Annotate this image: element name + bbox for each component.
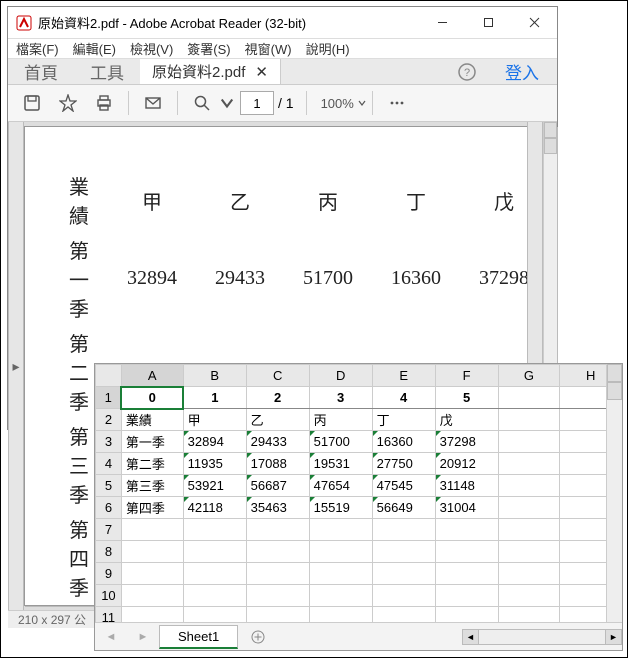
page-total: / 1 [278,95,294,111]
page-dimensions: 210 x 297 公 [18,611,86,628]
sheet-nav-next[interactable]: ► [127,631,159,643]
sheet-nav-prev[interactable]: ◄ [95,631,127,643]
zoom-level-label: 100% [321,96,354,111]
minimize-button[interactable] [419,7,465,39]
star-icon[interactable] [50,85,86,121]
menu-help[interactable]: 說明(H) [306,39,350,58]
page-number-input[interactable] [240,91,274,115]
email-icon[interactable] [135,85,171,121]
maximize-button[interactable] [465,7,511,39]
tab-close-icon[interactable]: ✕ [255,63,268,81]
tab-home[interactable]: 首頁 [8,59,74,84]
toolbar: / 1 100% [8,85,557,122]
help-button[interactable]: ? [447,59,487,84]
menu-sign[interactable]: 簽署(S) [187,39,230,58]
chevron-down-icon [358,99,366,107]
tab-document-label: 原始資料2.pdf [152,61,245,82]
save-icon[interactable] [14,85,50,121]
zoom-dropdown-icon[interactable] [220,85,234,121]
menu-window[interactable]: 視窗(W) [245,39,292,58]
excel-horizontal-scrollbar[interactable]: ◄► [272,629,622,645]
zoom-level[interactable]: 100% [321,96,366,111]
zoom-icon[interactable] [184,85,220,121]
menu-edit[interactable]: 編輯(E) [73,39,116,58]
sheet-add-button[interactable] [244,627,272,647]
page-nav: / 1 [240,91,294,115]
svg-text:?: ? [464,67,470,79]
tab-document[interactable]: 原始資料2.pdf ✕ [140,59,281,84]
tab-bar: 首頁 工具 原始資料2.pdf ✕ ? 登入 [8,59,557,85]
login-button[interactable]: 登入 [487,59,557,84]
excel-window: ABCDEFGH10123452業績甲乙丙丁戊3第一季3289429433517… [94,363,623,651]
panel-toggle-left[interactable]: ▸ [8,122,24,610]
tab-tools[interactable]: 工具 [74,59,140,84]
window-title: 原始資料2.pdf - Adobe Acrobat Reader (32-bit… [38,13,419,32]
close-button[interactable] [511,7,557,39]
print-icon[interactable] [86,85,122,121]
menu-file[interactable]: 檔案(F) [16,39,59,58]
sheet-tab-bar: ◄ ► Sheet1 ◄► [95,622,622,650]
menu-bar: 檔案(F) 編輯(E) 檢視(V) 簽署(S) 視窗(W) 說明(H) [8,39,557,59]
title-bar: 原始資料2.pdf - Adobe Acrobat Reader (32-bit… [8,7,557,39]
menu-view[interactable]: 檢視(V) [130,39,173,58]
sheet-tab[interactable]: Sheet1 [159,625,238,649]
excel-vertical-scrollbar[interactable] [606,364,622,622]
acrobat-app-icon [16,15,32,31]
more-icon[interactable] [379,85,415,121]
spreadsheet-table[interactable]: ABCDEFGH10123452業績甲乙丙丁戊3第一季3289429433517… [95,364,622,622]
excel-grid: ABCDEFGH10123452業績甲乙丙丁戊3第一季3289429433517… [95,364,622,622]
